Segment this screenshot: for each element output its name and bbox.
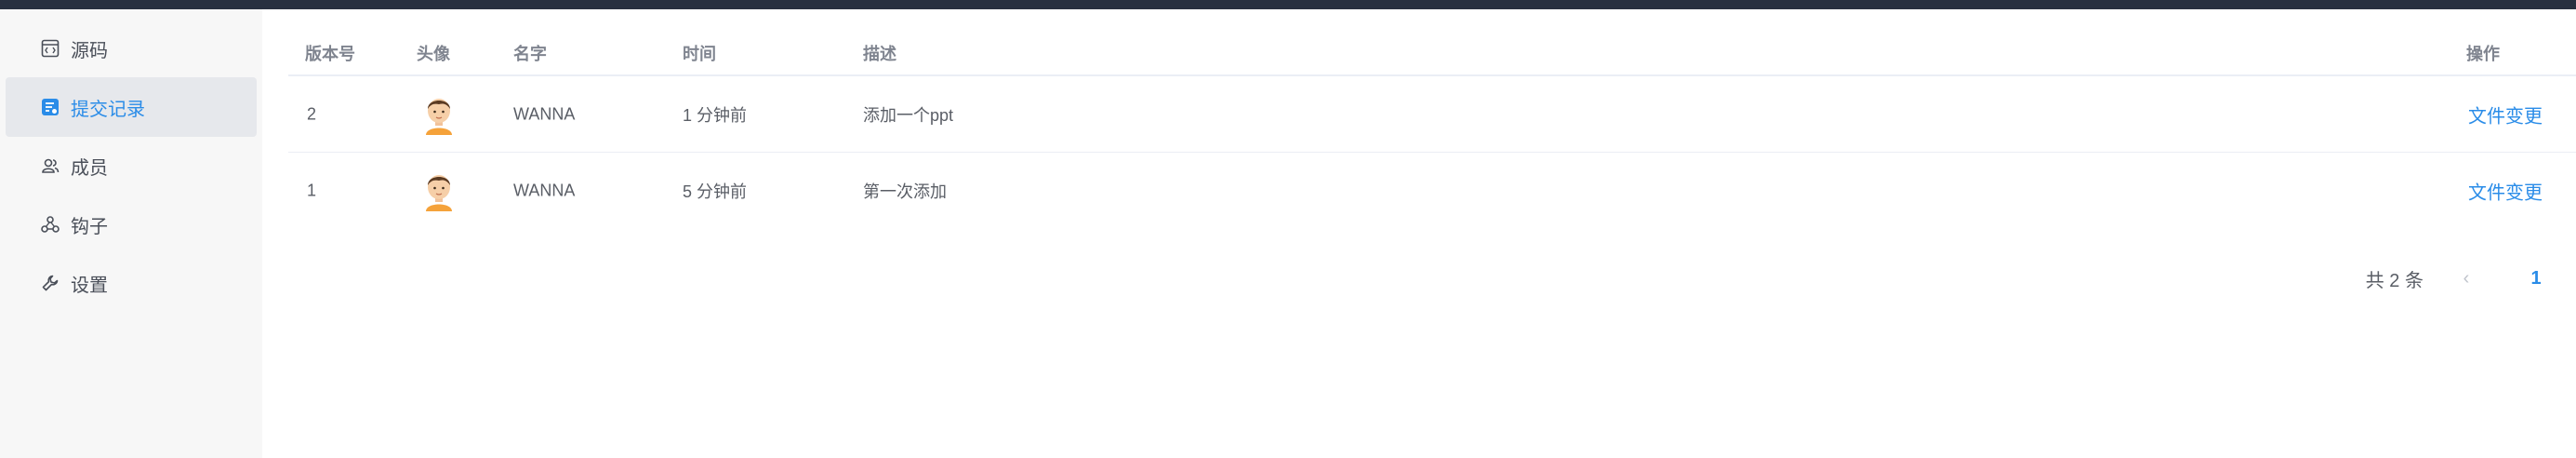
pagination: 共 2 条 ‹ 1 bbox=[2366, 265, 2550, 292]
commit-log-icon bbox=[39, 96, 61, 118]
sidebar-item-settings[interactable]: 设置 bbox=[6, 253, 257, 313]
sidebar-item-label: 提交记录 bbox=[71, 99, 145, 120]
file-changes-link[interactable]: 文件变更 bbox=[2468, 177, 2543, 204]
sidebar-item-hooks[interactable]: 钩子 bbox=[6, 195, 257, 254]
header-time: 时间 bbox=[683, 45, 716, 63]
name-cell: WANNA bbox=[513, 181, 576, 199]
header-action: 操作 bbox=[2466, 45, 2500, 63]
version-cell: 1 bbox=[307, 181, 317, 199]
file-changes-link[interactable]: 文件变更 bbox=[2468, 101, 2543, 128]
table-row: 2 WANNA 1 分钟前 添加一个ppt 文件变更 bbox=[288, 75, 2576, 152]
avatar bbox=[426, 98, 452, 135]
sidebar-item-label: 源码 bbox=[71, 40, 108, 61]
sidebar-item-label: 成员 bbox=[71, 157, 108, 179]
time-cell: 1 分钟前 bbox=[683, 105, 748, 125]
name-cell: WANNA bbox=[513, 104, 576, 123]
version-cell: 2 bbox=[307, 104, 317, 123]
header-name: 名字 bbox=[513, 45, 547, 63]
sidebar: 源码 提交记录 成员 钩子 设置 bbox=[0, 9, 262, 458]
sidebar-item-label: 钩子 bbox=[71, 216, 108, 237]
code-icon bbox=[39, 37, 61, 60]
pagination-total: 共 2 条 bbox=[2365, 271, 2423, 291]
header-version: 版本号 bbox=[305, 45, 355, 63]
time-cell: 5 分钟前 bbox=[683, 182, 748, 201]
sidebar-item-members[interactable]: 成员 bbox=[6, 136, 257, 195]
sidebar-item-label: 设置 bbox=[71, 275, 108, 296]
table-row: 1 WANNA 5 分钟前 第一次添加 文件变更 bbox=[288, 152, 2576, 228]
users-icon bbox=[39, 155, 61, 177]
page-number-1[interactable]: 1 bbox=[2522, 268, 2550, 290]
commit-list-panel: 版本号 头像 名字 时间 描述 操作 2 WANNA 1 分钟前 添加一个ppt… bbox=[262, 9, 2576, 458]
sidebar-item-commits[interactable]: 提交记录 bbox=[6, 77, 257, 137]
webhook-icon bbox=[39, 213, 61, 236]
prev-page-button[interactable]: ‹ bbox=[2448, 268, 2485, 290]
desc-cell: 第一次添加 bbox=[863, 182, 947, 201]
header-desc: 描述 bbox=[863, 45, 896, 63]
top-bar bbox=[0, 0, 2576, 9]
desc-cell: 添加一个ppt bbox=[863, 105, 954, 125]
avatar bbox=[426, 174, 452, 211]
sidebar-item-source[interactable]: 源码 bbox=[6, 19, 257, 78]
header-avatar: 头像 bbox=[417, 45, 450, 63]
wrench-icon bbox=[39, 272, 61, 294]
